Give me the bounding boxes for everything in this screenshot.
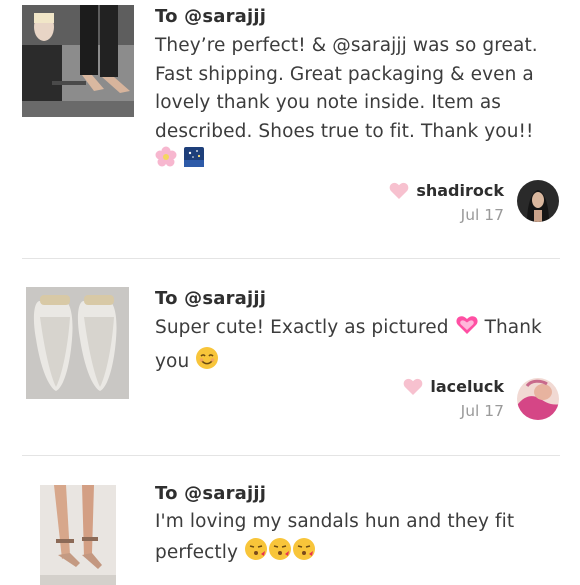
listing-thumbnail[interactable] bbox=[22, 5, 134, 117]
review-card: To @sarajjj They’re perfect! & @sarajjj … bbox=[0, 0, 580, 258]
recipient-label: To @sarajjj bbox=[155, 288, 267, 309]
review-meta: laceluck Jul 17 bbox=[403, 377, 504, 420]
night-sky-emoji-icon bbox=[183, 146, 205, 178]
review-text: Super cute! Exactly as pictured bbox=[155, 317, 449, 338]
listing-thumbnail[interactable] bbox=[40, 485, 116, 585]
heart-icon[interactable] bbox=[389, 182, 409, 200]
shoe-photo-heels-icon bbox=[22, 5, 134, 117]
review-text: They’re perfect! & @sarajjj was so great… bbox=[155, 35, 538, 142]
avatar[interactable] bbox=[517, 378, 559, 420]
listing-thumbnail[interactable] bbox=[26, 287, 129, 399]
review-text: I'm loving my sandals hun and they fit p… bbox=[155, 511, 515, 563]
reviewer-username[interactable]: shadirock bbox=[416, 181, 504, 200]
sparkling-heart-emoji-icon bbox=[455, 314, 479, 346]
heart-icon[interactable] bbox=[403, 378, 423, 396]
review-meta: shadirock Jul 17 bbox=[389, 181, 504, 224]
kissing-face-emoji-icon bbox=[292, 537, 316, 571]
kissing-face-emoji-icon bbox=[268, 537, 292, 571]
shoe-photo-sandals-icon bbox=[40, 485, 116, 585]
recipient-label: To @sarajjj bbox=[155, 6, 267, 27]
user-avatar-icon bbox=[517, 180, 559, 222]
shoe-photo-mules-icon bbox=[26, 287, 129, 399]
review-card: To @sarajjj Super cute! Exactly as pictu… bbox=[0, 259, 580, 455]
review-message: They’re perfect! & @sarajjj was so great… bbox=[155, 32, 565, 178]
review-message: Super cute! Exactly as pictured Thank yo… bbox=[155, 314, 565, 379]
review-card: To @sarajjj I'm loving my sandals hun an… bbox=[0, 456, 580, 585]
smiling-emoji-icon bbox=[195, 346, 219, 380]
kissing-face-emoji-icon bbox=[244, 537, 268, 571]
reviewer-username[interactable]: laceluck bbox=[430, 377, 504, 396]
user-avatar-icon bbox=[517, 378, 559, 420]
review-message: I'm loving my sandals hun and they fit p… bbox=[155, 508, 565, 570]
recipient-label: To @sarajjj bbox=[155, 483, 267, 504]
cherry-blossom-emoji-icon bbox=[155, 146, 177, 178]
avatar[interactable] bbox=[517, 180, 559, 222]
reviews-feed: To @sarajjj They’re perfect! & @sarajjj … bbox=[0, 0, 580, 585]
review-date: Jul 17 bbox=[460, 402, 504, 420]
review-date: Jul 17 bbox=[460, 206, 504, 224]
